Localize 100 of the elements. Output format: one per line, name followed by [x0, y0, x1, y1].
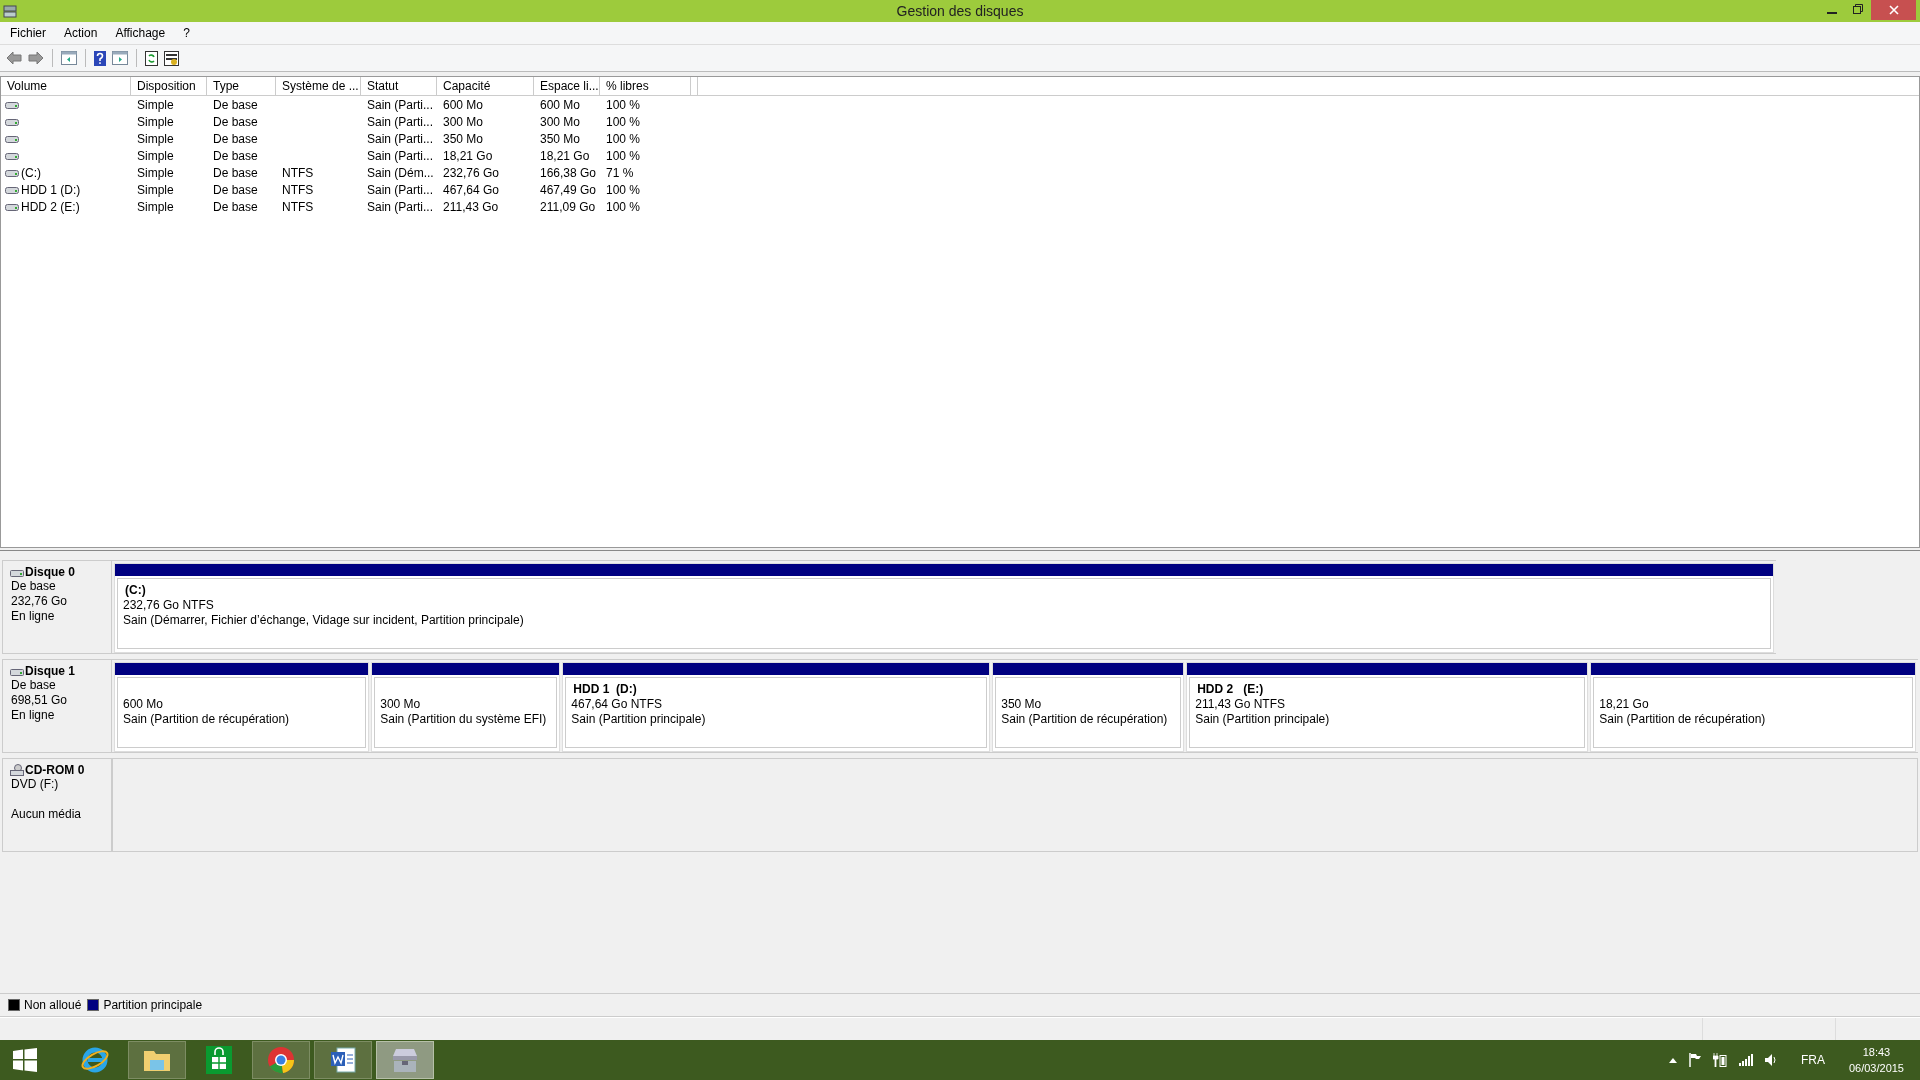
table-cell-text: 350 Mo [539, 131, 582, 146]
disk-name: Disque 0 [25, 565, 75, 579]
properties-icon[interactable] [164, 50, 179, 66]
table-cell-text: NTFS [281, 165, 315, 180]
battery-plug-icon[interactable] [1712, 1053, 1727, 1067]
table-cell-text: Sain (Dém... [366, 165, 435, 180]
flag-icon[interactable] [1688, 1053, 1701, 1067]
table-cell-text: 467,49 Go [539, 182, 598, 197]
table-cell-text: 600 Mo [539, 97, 582, 112]
table-cell-text: De base [212, 199, 259, 214]
table-cell-text: Simple [136, 97, 175, 112]
table-cell-text: 211,09 Go [539, 199, 597, 214]
partition-status: Sain (Partition de récupération) [123, 712, 291, 727]
refresh-icon[interactable] [145, 50, 158, 66]
column-header[interactable]: Volume [1, 77, 131, 95]
table-cell-text: Sain (Parti... [366, 131, 435, 146]
partition-block[interactable]: 350 Mo Sain (Partition de récupération) [992, 662, 1185, 752]
column-header[interactable]: Système de ... [276, 77, 361, 95]
table-cell-text: 166,38 Go [539, 165, 598, 180]
signal-bars-icon[interactable] [1738, 1054, 1753, 1066]
partition-block[interactable]: 18,21 Go Sain (Partition de récupération) [1590, 662, 1916, 752]
panel-icon[interactable] [61, 51, 77, 65]
table-cell-text: Simple [136, 199, 175, 214]
column-header[interactable]: Disposition [131, 77, 207, 95]
table-cell-text: 100 % [605, 97, 642, 112]
speaker-icon[interactable] [1764, 1053, 1777, 1067]
panel-icon[interactable] [112, 51, 128, 65]
menu-item[interactable]: Affichage [105, 26, 174, 40]
forward-arrow-icon[interactable] [28, 51, 44, 65]
column-header[interactable]: Statut [361, 77, 437, 95]
column-header[interactable]: Capacité [437, 77, 534, 95]
clock[interactable]: 18:43 06/03/2015 [1848, 1044, 1904, 1076]
folder-icon[interactable] [128, 1041, 186, 1079]
disk-detail: En ligne [11, 708, 56, 723]
partition-block[interactable]: (C:) 232,76 Go NTFS Sain (Démarrer, Fichier d’échange, Vidage sur incident, Partition principale) [114, 563, 1774, 653]
table-cell-text: Sain (Parti... [366, 148, 435, 163]
table-cell-text: Simple [136, 131, 175, 146]
partition-block[interactable]: 600 Mo Sain (Partition de récupération) [114, 662, 370, 752]
show-hidden-icons-arrow-icon[interactable] [1668, 1057, 1677, 1063]
disk-detail: De base [11, 678, 57, 693]
disk-detail: Aucun média [11, 807, 83, 822]
partition-size: 467,64 Go NTFS [571, 697, 664, 712]
legend-label: Partition principale [103, 998, 203, 1012]
help-icon[interactable] [94, 50, 106, 66]
input-language-indicator[interactable]: FRA [1800, 1053, 1825, 1067]
restore-icon [1853, 4, 1863, 14]
table-cell-text: 350 Mo [442, 131, 485, 146]
table-cell-text: De base [212, 97, 259, 112]
table-cell-text: 300 Mo [539, 114, 582, 129]
table-cell-text: Sain (Parti... [366, 199, 435, 214]
table-cell-text: 18,21 Go [539, 148, 591, 163]
partition-status: Sain (Partition de récupération) [1001, 712, 1169, 727]
column-header[interactable]: Espace li... [534, 77, 600, 95]
drive-icon [5, 100, 19, 109]
disk-info-panel[interactable]: Disque 1 De base 698,51 Go En ligne [2, 659, 112, 753]
table-cell-text: Simple [136, 165, 175, 180]
drive-icon [5, 168, 19, 177]
menu-item[interactable]: Fichier [0, 26, 54, 40]
disk-detail: 232,76 Go [11, 594, 69, 609]
drive-icon [5, 134, 19, 143]
table-cell-text: De base [212, 131, 259, 146]
menu-item[interactable]: ? [173, 26, 198, 40]
drive-icon [5, 185, 19, 194]
windows-logo-icon[interactable] [12, 1047, 38, 1073]
disk-info-panel[interactable]: CD-ROM 0 DVD (F:) Aucun média [2, 758, 112, 852]
partition-status: Sain (Partition principale) [1195, 712, 1331, 727]
chrome-icon[interactable] [252, 1041, 310, 1079]
word-document-icon[interactable] [314, 1041, 372, 1079]
disk-detail: En ligne [11, 609, 56, 624]
back-arrow-icon[interactable] [6, 51, 22, 65]
partition-size: 300 Mo [380, 697, 422, 712]
table-cell-text: 300 Mo [442, 114, 485, 129]
table-cell: HDD 2 (E:) [21, 199, 80, 214]
window-title: Gestion des disques [896, 3, 1024, 19]
legend-label: Non alloué [24, 998, 82, 1012]
menu-item[interactable]: Action [54, 26, 106, 40]
table-cell-text: 100 % [605, 131, 642, 146]
disk-detail: DVD (F:) [11, 777, 60, 792]
partition-block[interactable]: HDD 2 (E:) 211,43 Go NTFS Sain (Partition principale) [1186, 662, 1589, 752]
table-cell-text: Sain (Parti... [366, 114, 435, 129]
partition-block[interactable]: 300 Mo Sain (Partition du système EFI) [371, 662, 561, 752]
partition-block[interactable]: HDD 1 (D:) 467,64 Go NTFS Sain (Partition principale) [562, 662, 991, 752]
table-cell-text: Simple [136, 148, 175, 163]
drive-icon [5, 151, 19, 160]
disk-info-panel[interactable]: Disque 0 De base 232,76 Go En ligne [2, 560, 112, 654]
partition-status: Sain (Démarrer, Fichier d’échange, Vidage sur incident, Partition principale) [123, 613, 525, 628]
minimize-icon [1827, 11, 1837, 14]
partition-status: Sain (Partition du système EFI) [380, 712, 548, 727]
table-cell-text: 100 % [605, 114, 642, 129]
table-cell: (C:) [21, 165, 41, 180]
partition-name: HDD 1 (D:) [572, 682, 638, 697]
column-header[interactable]: Type [207, 77, 276, 95]
partition-size: 600 Mo [123, 697, 165, 712]
table-cell-text: Sain (Parti... [366, 97, 435, 112]
table-cell-text: Simple [136, 182, 175, 197]
disk-toolbox-icon [3, 4, 17, 18]
column-header[interactable]: % libres [600, 77, 691, 95]
partition-name: HDD 2 (E:) [1196, 682, 1265, 697]
drive-icon [5, 117, 19, 126]
disk-detail: De base [11, 579, 57, 594]
